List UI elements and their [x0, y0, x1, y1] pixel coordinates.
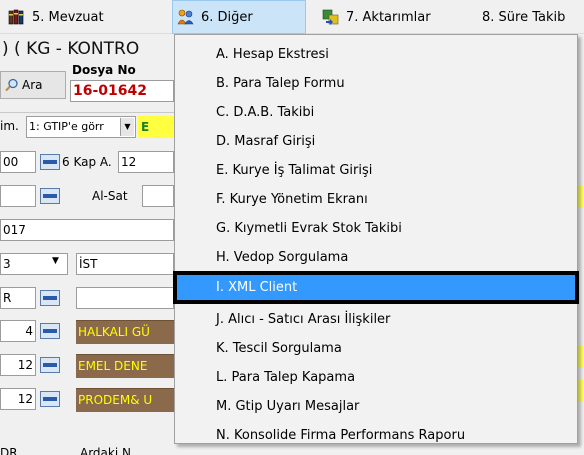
qty-field[interactable]: 4 [0, 320, 36, 342]
divider [0, 112, 174, 113]
menu-mevzuat[interactable]: 5. Mevzuat [4, 0, 108, 34]
kap-field[interactable]: 12 [118, 151, 174, 173]
list-button-icon[interactable] [40, 290, 60, 306]
row6-detail-field[interactable] [76, 287, 174, 309]
menu-item-kiymetli-evrak[interactable]: G. Kıymetli Evrak Stok Takibi [176, 216, 576, 242]
menu-aktarimlar[interactable]: 7. Aktarımlar [318, 0, 435, 34]
menu-item-dab-takibi[interactable]: C. D.A.B. Takibi [176, 100, 576, 126]
city-field[interactable]: İST [76, 253, 174, 275]
menu-item-hesap-ekstresi[interactable]: A. Hesap Ekstresi [176, 42, 576, 68]
menu-item-masraf-girisi[interactable]: D. Masraf Girişi [176, 129, 576, 155]
books-icon [8, 9, 24, 25]
menu-item-gtip-uyari[interactable]: M. Gtip Uyarı Mesajlar [176, 394, 576, 420]
menu-item-kurye-is-talimat[interactable]: E. Kurye İş Talimat Girişi [176, 158, 576, 184]
menu-item-xml-client[interactable]: I. XML Client [176, 275, 576, 301]
menu-mevzuat-label: 5. Mevzuat [32, 9, 104, 25]
menu-diger[interactable]: 6. Diğer [172, 0, 306, 34]
transfer-icon [322, 9, 339, 25]
menu-item-alici-satici[interactable]: J. Alıcı - Satıcı Arası İlişkiler [176, 307, 576, 333]
search-button[interactable]: Ara [0, 71, 66, 99]
party-name-box: HALKALI GÜ [76, 320, 174, 344]
row4-field[interactable]: 017 [0, 219, 174, 241]
qty-field[interactable]: 12 [0, 354, 36, 376]
party-name-box: PRODEM& U [76, 388, 174, 412]
list-button-icon[interactable] [40, 357, 60, 373]
menu-diger-label: 6. Diğer [201, 9, 253, 25]
row2-field[interactable]: 00 [0, 151, 36, 173]
dosya-no-field[interactable]: 16-01642 [70, 80, 174, 102]
list-button-icon[interactable] [40, 391, 60, 407]
al-sat-field[interactable] [142, 185, 174, 207]
right-edge-field [578, 380, 584, 402]
bottom-mid-label: Ardaki N [80, 446, 131, 455]
menu-sure-takib[interactable]: 8. Süre Takib [478, 0, 569, 34]
list-button-icon[interactable] [40, 323, 60, 339]
menu-bar: 5. Mevzuat 6. Diğer 7. Aktarımlar 8. Sür… [0, 0, 584, 34]
menu-item-kurye-yonetim[interactable]: F. Kurye Yönetim Ekranı [176, 187, 576, 213]
qty-field[interactable]: 12 [0, 388, 36, 410]
diger-dropdown-menu: A. Hesap Ekstresi B. Para Talep Formu C.… [174, 34, 578, 444]
dosya-no-label: Dosya No [72, 63, 136, 77]
bottom-left-label: DR [0, 446, 18, 455]
menu-item-vedop-sorgulama[interactable]: H. Vedop Sorgulama [176, 245, 576, 271]
right-edge-field [578, 186, 584, 208]
al-sat-label: Al-Sat [92, 189, 128, 203]
menu-sure-takib-label: 8. Süre Takib [482, 9, 566, 25]
row1-tail-box: E [138, 116, 174, 138]
chevron-down-icon[interactable]: ▼ [52, 256, 59, 266]
people-icon [177, 9, 194, 25]
menu-item-tescil-sorgulama[interactable]: K. Tescil Sorgulama [176, 336, 576, 362]
search-button-label: Ara [22, 78, 43, 92]
menu-item-para-talep-kapama[interactable]: L. Para Talep Kapama [176, 365, 576, 391]
list-button-icon[interactable] [40, 154, 60, 170]
list-button-icon[interactable] [40, 188, 60, 204]
menu-item-konsolide-firma[interactable]: N. Konsolide Firma Performans Raporu [176, 423, 576, 449]
row3-field[interactable] [0, 185, 36, 207]
row1-label: im. [0, 119, 19, 133]
form-title: ) ( KG - KONTRO [0, 37, 180, 61]
row6-field[interactable]: R [0, 287, 36, 309]
menu-item-para-talep-formu[interactable]: B. Para Talep Formu [176, 71, 576, 97]
kap-label: 6 Kap A. [62, 155, 112, 169]
magnifier-icon [5, 78, 18, 92]
party-name-box: EMEL DENE [76, 354, 174, 378]
right-edge-field [578, 346, 584, 368]
menu-aktarimlar-label: 7. Aktarımlar [346, 9, 431, 25]
chevron-down-icon[interactable]: ▼ [120, 118, 134, 136]
